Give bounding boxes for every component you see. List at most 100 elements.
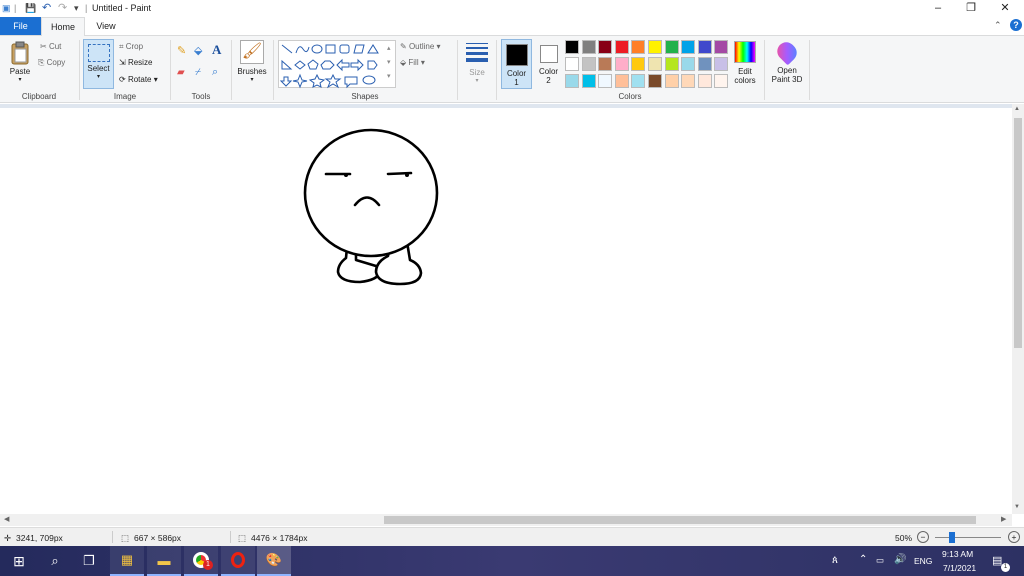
palette-swatch[interactable] (614, 57, 629, 71)
search-button[interactable]: ⌕ (38, 546, 72, 576)
palette-swatch[interactable] (614, 40, 629, 54)
palette-swatch[interactable] (714, 57, 729, 71)
vertical-scroll-thumb[interactable] (1014, 118, 1022, 348)
save-icon[interactable]: 💾 (25, 3, 36, 14)
help-icon[interactable]: ? (1010, 19, 1022, 31)
resize-icon: ⇲ (119, 58, 128, 67)
minimize-button[interactable]: – (921, 0, 955, 17)
palette-swatch[interactable] (648, 40, 662, 54)
clock-time[interactable]: 9:13 AM (942, 549, 973, 559)
palette-swatch[interactable] (648, 74, 662, 88)
scroll-right-icon[interactable]: ▶ (1001, 515, 1006, 523)
edit-colors-button[interactable]: Edit colors (731, 40, 759, 85)
language-indicator[interactable]: ENG (914, 556, 932, 566)
restore-button[interactable]: ❐ (954, 0, 988, 17)
brushes-button[interactable]: 🖌 Brushes ▾ (235, 40, 269, 85)
zoom-in-icon[interactable]: + (1008, 531, 1020, 543)
palette-swatch[interactable] (714, 74, 729, 88)
open-paint3d-button[interactable]: Open Paint 3D (767, 38, 807, 84)
palette-swatch[interactable] (648, 57, 662, 71)
scroll-up-icon[interactable]: ▲ (1014, 106, 1020, 112)
outline-button[interactable]: ✎ Outline ▾ (400, 42, 441, 52)
palette-swatch[interactable] (664, 57, 679, 71)
zoom-slider[interactable] (935, 537, 1001, 538)
paste-button[interactable]: Paste ▾ (5, 41, 35, 85)
collapse-ribbon-icon[interactable]: ⌃ (994, 20, 1002, 31)
palette-swatch[interactable] (598, 74, 613, 88)
tab-home[interactable]: Home (41, 17, 85, 36)
palette-swatch[interactable] (631, 74, 646, 88)
palette-swatch[interactable] (598, 40, 613, 54)
magnifier-icon[interactable]: ⌕ (212, 66, 218, 79)
undo-icon[interactable]: ↶ (42, 3, 51, 14)
start-button[interactable]: ⊞ (2, 546, 36, 576)
color2-button[interactable]: Color 2 (535, 39, 562, 85)
text-tool-icon[interactable]: A (212, 42, 221, 58)
zoom-slider-handle[interactable] (949, 532, 955, 543)
paint-app-icon[interactable]: ▣ (2, 3, 11, 14)
palette-swatch[interactable] (681, 40, 696, 54)
tab-file[interactable]: File (0, 17, 41, 35)
network-icon[interactable]: ▭ (876, 555, 884, 566)
palette-swatch[interactable] (598, 57, 613, 71)
crop-button[interactable]: ⌗ Crop (119, 42, 143, 52)
color1-button[interactable]: Color 1 (501, 39, 532, 89)
palette-swatch[interactable] (581, 40, 596, 54)
palette-swatch[interactable] (565, 57, 579, 71)
notification-count: 1 (1001, 563, 1010, 572)
scroll-left-icon[interactable]: ◀ (4, 515, 9, 523)
chevron-down-icon: ▾ (18, 77, 22, 83)
palette-swatch[interactable] (697, 57, 712, 71)
zoom-out-icon[interactable]: − (917, 531, 929, 543)
palette-swatch[interactable] (565, 74, 579, 88)
palette-swatch[interactable] (664, 74, 679, 88)
size-button[interactable]: Size ▾ (462, 40, 492, 86)
palette-swatch[interactable] (631, 40, 646, 54)
scissors-icon: ✂ (40, 42, 49, 51)
taskbar-app-1[interactable]: ▦ (110, 546, 144, 576)
select-button[interactable]: Select ▾ (83, 39, 114, 89)
resize-button[interactable]: ⇲ Resize (119, 58, 152, 68)
task-view-button[interactable]: ❐ (72, 546, 106, 576)
canvas-area (0, 104, 1012, 514)
palette-swatch[interactable] (697, 40, 712, 54)
drawing-canvas[interactable] (0, 108, 1012, 514)
scroll-down-icon[interactable]: ▼ (1014, 504, 1020, 510)
clock-date[interactable]: 7/1/2021 (943, 563, 976, 573)
palette-swatch[interactable] (664, 40, 679, 54)
taskbar-chrome[interactable]: 1 (184, 546, 218, 576)
palette-swatch[interactable] (614, 74, 629, 88)
shapes-scroll-icon[interactable]: ▴ ▾ ▾ (387, 42, 391, 84)
palette-swatch[interactable] (714, 40, 729, 54)
customize-qat-icon[interactable]: ▾ (74, 3, 79, 14)
color-picker-icon[interactable]: ⌿ (195, 67, 201, 78)
palette-swatch[interactable] (697, 74, 712, 88)
fill-bucket-icon[interactable]: ⬙ (194, 44, 202, 57)
cut-button[interactable]: ✂ Cut (40, 42, 61, 52)
divider (764, 40, 765, 100)
palette-swatch[interactable] (681, 57, 696, 71)
palette-swatch[interactable] (581, 74, 596, 88)
tab-view[interactable]: View (89, 17, 123, 35)
rotate-button[interactable]: ⟳ Rotate ▾ (119, 75, 158, 85)
taskbar-paint[interactable]: 🎨 (257, 546, 291, 576)
palette-swatch[interactable] (631, 57, 646, 71)
taskbar-file-explorer[interactable]: ▬ (147, 546, 181, 576)
eraser-icon[interactable]: ▰ (177, 67, 185, 78)
rainbow-icon (734, 41, 756, 63)
show-hidden-icons[interactable]: ⌃ (859, 554, 867, 565)
redo-icon[interactable]: ↷ (58, 3, 67, 14)
volume-icon[interactable]: 🔊 (894, 554, 906, 565)
divider (79, 40, 80, 100)
shapes-gallery[interactable] (278, 40, 396, 89)
taskbar-opera[interactable] (221, 546, 255, 576)
fill-button[interactable]: ⬙ Fill ▾ (400, 58, 425, 68)
pencil-icon[interactable]: ✎ (177, 44, 186, 57)
palette-swatch[interactable] (681, 74, 696, 88)
people-icon[interactable]: ጰ (832, 555, 838, 566)
close-button[interactable]: ✕ (988, 0, 1022, 17)
copy-button[interactable]: ⎘ Copy (38, 58, 65, 68)
palette-swatch[interactable] (565, 40, 579, 54)
horizontal-scroll-thumb[interactable] (384, 516, 976, 524)
palette-swatch[interactable] (581, 57, 596, 71)
